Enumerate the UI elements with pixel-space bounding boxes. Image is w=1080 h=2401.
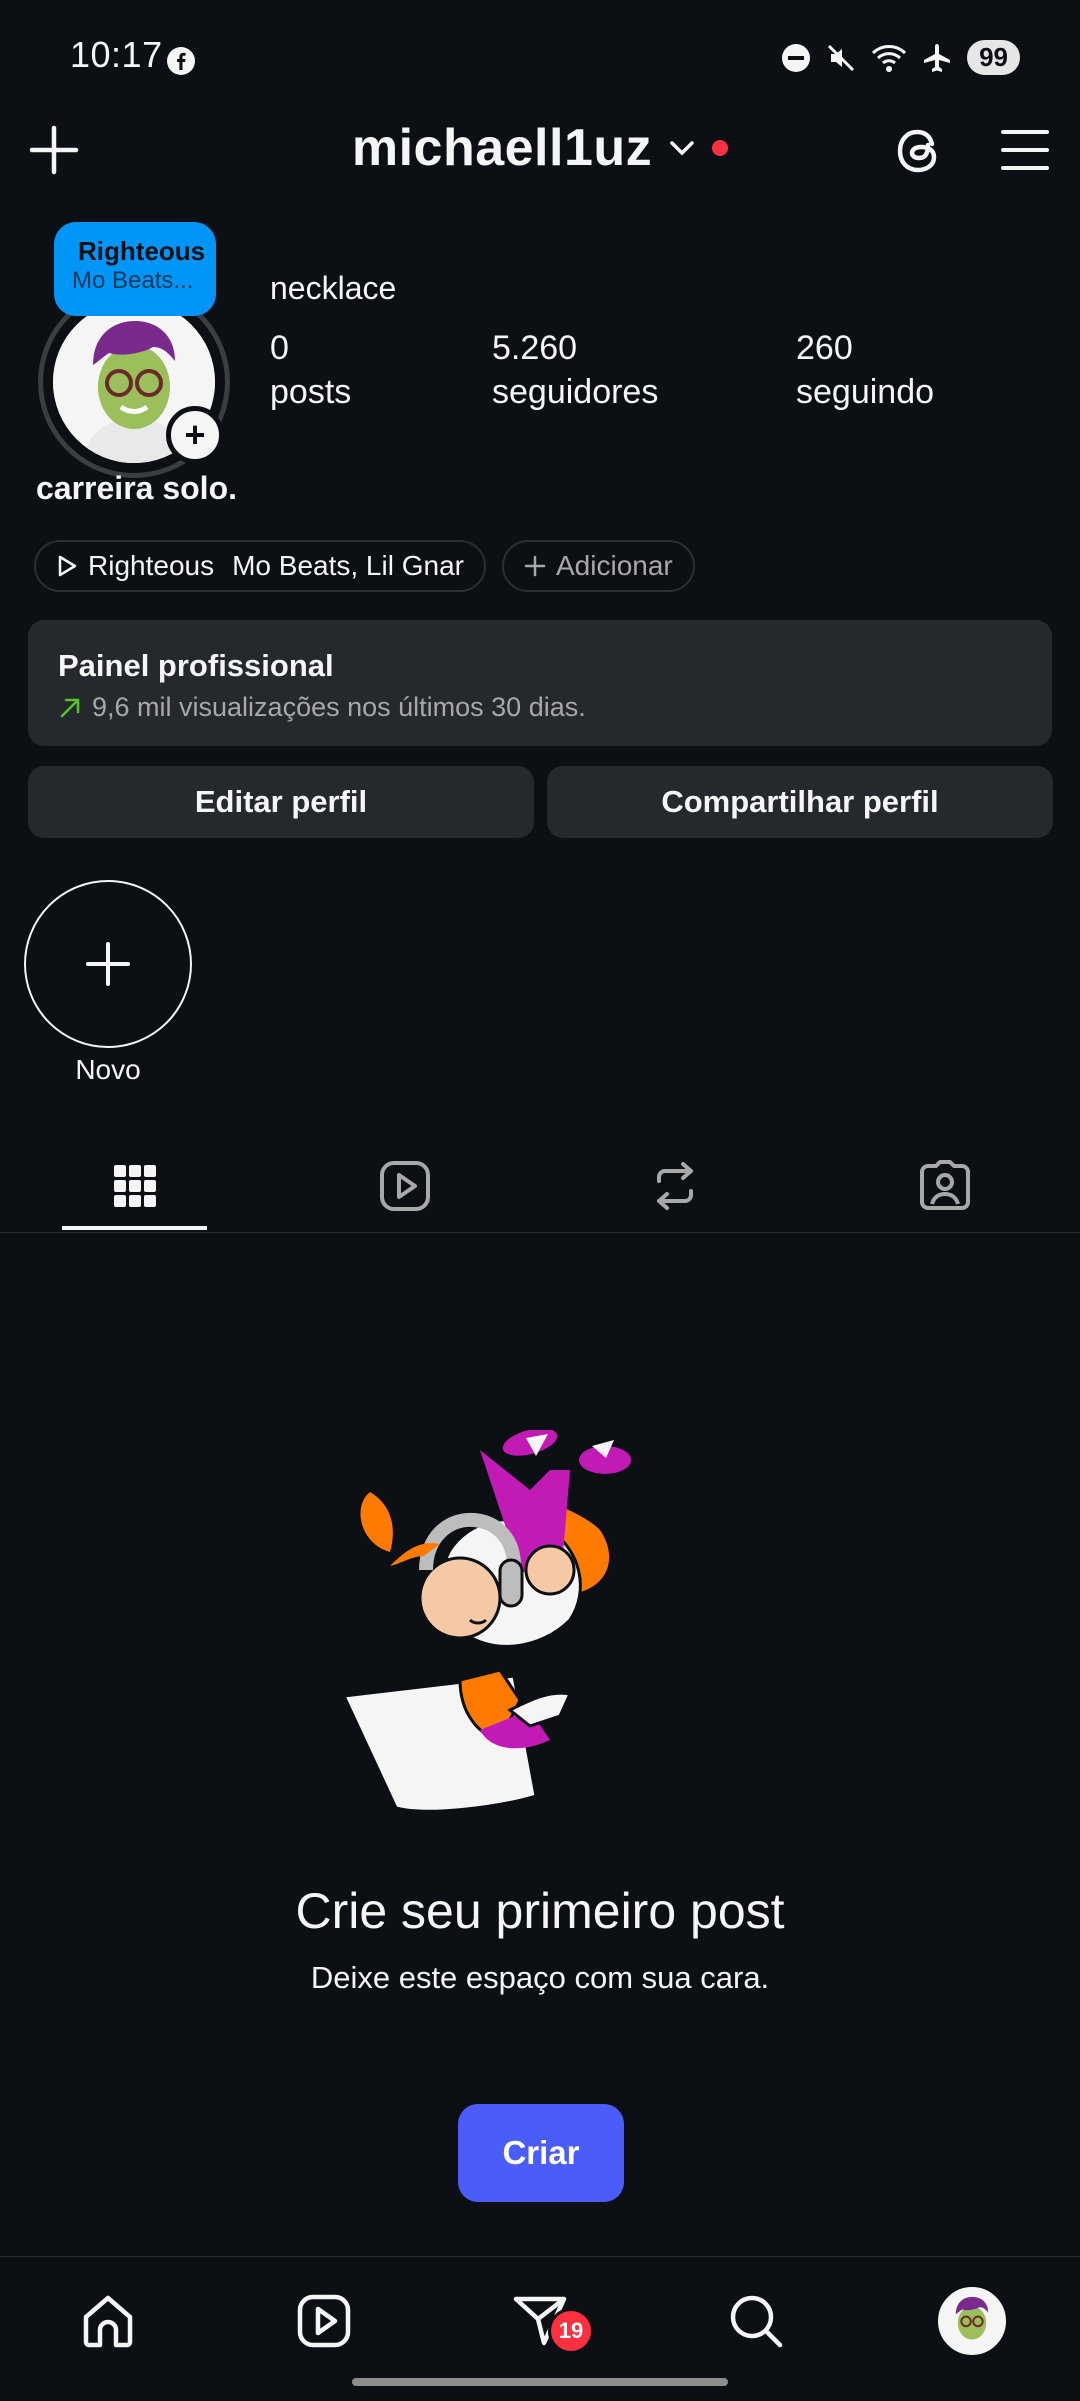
- empty-state-illustration: [330, 1430, 750, 1830]
- music-artists: Mo Beats, Lil Gnar: [232, 550, 464, 581]
- profile-category: necklace: [270, 270, 397, 306]
- wifi-icon: [872, 44, 907, 72]
- empty-state-subtitle: Deixe este espaço com sua cara.: [310, 1960, 770, 1995]
- play-icon: [58, 555, 77, 577]
- note-title: Righteous: [78, 236, 206, 266]
- add-link-chip[interactable]: Adicionar: [502, 540, 695, 592]
- stat-value: 0: [270, 329, 289, 367]
- tab-reposts[interactable]: [540, 1140, 810, 1232]
- nav-home[interactable]: [66, 2279, 150, 2363]
- airplane-icon: [924, 43, 951, 72]
- battery-indicator: 99: [967, 40, 1020, 75]
- tab-tagged[interactable]: [810, 1140, 1080, 1232]
- username: michaell1uz: [351, 119, 653, 177]
- create-post-button[interactable]: Criar: [458, 2104, 624, 2202]
- display-name: carreira solo.: [36, 470, 237, 506]
- stat-followers[interactable]: 5.260 seguidores: [492, 326, 658, 414]
- nav-search[interactable]: [714, 2279, 798, 2363]
- active-tab-indicator: [62, 1226, 207, 1230]
- chevron-down-icon: [670, 141, 694, 156]
- do-not-disturb-icon: [782, 43, 811, 72]
- messages-badge: 19: [548, 2308, 594, 2354]
- tab-grid[interactable]: [0, 1140, 270, 1232]
- note-subtitle: Mo Beats...: [72, 267, 194, 294]
- stat-following[interactable]: 260 seguindo: [796, 326, 934, 414]
- home-indicator: [352, 2378, 728, 2386]
- stat-label: posts: [270, 373, 352, 411]
- new-highlight-button[interactable]: [24, 880, 192, 1048]
- grid-icon: [114, 1165, 156, 1207]
- tab-reels[interactable]: [270, 1140, 540, 1232]
- stat-posts[interactable]: 0 posts: [270, 326, 351, 414]
- professional-dashboard[interactable]: Painel profissional 9,6 mil visualizaçõe…: [28, 620, 1052, 746]
- music-title: Righteous: [88, 550, 215, 581]
- plus-icon: [86, 942, 130, 986]
- reels-icon: [380, 1161, 430, 1211]
- stat-label: seguindo: [796, 373, 935, 411]
- tagged-icon: [920, 1160, 970, 1210]
- dashboard-subtitle: 9,6 mil visualizações nos últimos 30 dia…: [92, 692, 586, 722]
- status-time: 10:17: [70, 34, 163, 75]
- hamburger-menu-icon: [1001, 130, 1049, 170]
- share-profile-button[interactable]: Compartilhar perfil: [547, 766, 1053, 838]
- new-highlight-label: Novo: [75, 1054, 141, 1085]
- nav-reels[interactable]: [282, 2279, 366, 2363]
- profile-avatar-small: [938, 2287, 1006, 2355]
- notification-dot: [712, 140, 729, 156]
- reposts-icon: [657, 1162, 693, 1210]
- dashboard-title: Painel profissional: [58, 648, 334, 683]
- menu-button[interactable]: [1000, 126, 1050, 174]
- add-story-button[interactable]: +: [166, 406, 224, 464]
- stat-value: 5.260: [492, 329, 578, 367]
- facebook-icon: [166, 46, 196, 76]
- mute-icon: [828, 44, 855, 71]
- status-icons: 99: [781, 40, 1020, 75]
- threads-button[interactable]: [892, 122, 948, 180]
- edit-profile-button[interactable]: Editar perfil: [28, 766, 534, 838]
- empty-state-title: Crie seu primeiro post: [295, 1883, 785, 1939]
- add-chip-label: Adicionar: [556, 550, 673, 581]
- reels-icon: [297, 2294, 351, 2348]
- stat-value: 260: [796, 329, 853, 367]
- stat-label: seguidores: [492, 373, 659, 411]
- threads-icon: [897, 129, 937, 173]
- profile-note-bubble[interactable]: Righteous Mo Beats...: [54, 222, 216, 316]
- music-chip[interactable]: Righteous Mo Beats, Lil Gnar: [34, 540, 486, 592]
- profile-tabs: [0, 1140, 1080, 1233]
- home-icon: [83, 2295, 133, 2348]
- trend-up-arrow-icon: [60, 698, 80, 717]
- search-icon: [730, 2295, 783, 2348]
- plus-icon: [524, 555, 546, 577]
- nav-profile[interactable]: [930, 2279, 1014, 2363]
